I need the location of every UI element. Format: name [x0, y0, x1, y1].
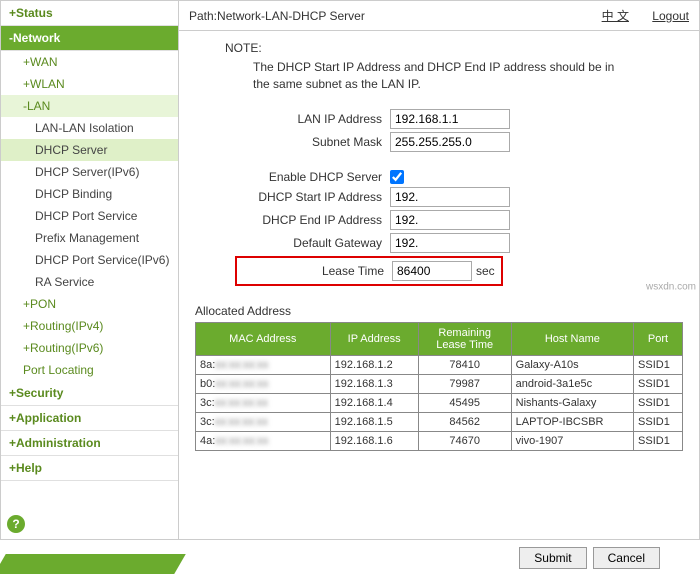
help-icon[interactable]: ?	[7, 515, 25, 533]
table-header: Host Name	[511, 322, 633, 355]
table-cell: 192.168.1.4	[330, 393, 418, 412]
table-cell: Nishants-Galaxy	[511, 393, 633, 412]
subnet-input[interactable]	[390, 132, 510, 152]
dhcp-start-label: DHCP Start IP Address	[195, 190, 390, 204]
table-cell: 192.168.1.2	[330, 355, 418, 374]
allocated-address-table: MAC AddressIP AddressRemaining Lease Tim…	[195, 322, 683, 451]
nav-lan[interactable]: -LAN	[1, 95, 178, 117]
gateway-label: Default Gateway	[195, 236, 390, 250]
table-cell: SSID1	[634, 412, 683, 431]
table-cell: 3c:xx:xx:xx:xx	[196, 393, 331, 412]
nav-status[interactable]: +Status	[1, 1, 178, 26]
dhcp-end-input[interactable]	[390, 210, 510, 230]
nav-administration[interactable]: +Administration	[1, 431, 178, 456]
nav-lanlan-isolation[interactable]: LAN-LAN Isolation	[1, 117, 178, 139]
table-row: 8a:xx:xx:xx:xx192.168.1.278410Galaxy-A10…	[196, 355, 683, 374]
nav-wlan[interactable]: +WLAN	[1, 73, 178, 95]
nav-security[interactable]: +Security	[1, 381, 178, 406]
nav-port-locating[interactable]: Port Locating	[1, 359, 178, 381]
table-cell: SSID1	[634, 393, 683, 412]
table-cell: 192.168.1.6	[330, 431, 418, 450]
nav-routing-ipv4-[interactable]: +Routing(IPv4)	[1, 315, 178, 337]
table-header: Remaining Lease Time	[418, 322, 511, 355]
nav-routing-ipv6-[interactable]: +Routing(IPv6)	[1, 337, 178, 359]
table-cell: 192.168.1.5	[330, 412, 418, 431]
nav-dhcp-binding[interactable]: DHCP Binding	[1, 183, 178, 205]
nav-dhcp-server[interactable]: DHCP Server	[1, 139, 178, 161]
table-cell: 192.168.1.3	[330, 374, 418, 393]
gateway-input[interactable]	[390, 233, 510, 253]
dhcp-end-label: DHCP End IP Address	[195, 213, 390, 227]
watermark: wsxdn.com	[646, 282, 696, 293]
table-cell: 8a:xx:xx:xx:xx	[196, 355, 331, 374]
nav-help[interactable]: +Help	[1, 456, 178, 481]
lan-ip-label: LAN IP Address	[195, 112, 390, 126]
enable-dhcp-label: Enable DHCP Server	[195, 170, 390, 184]
path-value: Network-LAN-DHCP Server	[217, 9, 365, 23]
allocated-address-section: Allocated Address MAC AddressIP AddressR…	[195, 304, 683, 451]
table-row: b0:xx:xx:xx:xx192.168.1.379987android-3a…	[196, 374, 683, 393]
table-row: 3c:xx:xx:xx:xx192.168.1.584562LAPTOP-IBC…	[196, 412, 683, 431]
table-cell: android-3a1e5c	[511, 374, 633, 393]
sidebar: +Status-Network+WAN+WLAN-LANLAN-LAN Isol…	[1, 1, 179, 539]
dhcp-start-input[interactable]	[390, 187, 510, 207]
nav-application[interactable]: +Application	[1, 406, 178, 431]
table-row: 4a:xx:xx:xx:xx192.168.1.674670vivo-1907S…	[196, 431, 683, 450]
main-panel: Path:Network-LAN-DHCP Server 中 文 Logout …	[179, 1, 699, 539]
nav-dhcp-server-ipv6-[interactable]: DHCP Server(IPv6)	[1, 161, 178, 183]
table-header: Port	[634, 322, 683, 355]
breadcrumb-bar: Path:Network-LAN-DHCP Server 中 文 Logout	[179, 1, 699, 31]
cancel-button[interactable]: Cancel	[593, 547, 660, 569]
path-prefix: Path:	[189, 9, 217, 23]
lan-ip-input[interactable]	[390, 109, 510, 129]
nav-wan[interactable]: +WAN	[1, 51, 178, 73]
language-link[interactable]: 中 文	[602, 9, 629, 23]
table-cell: Galaxy-A10s	[511, 355, 633, 374]
lease-time-unit: sec	[476, 264, 495, 278]
table-cell: 78410	[418, 355, 511, 374]
logout-link[interactable]: Logout	[652, 9, 689, 23]
table-cell: SSID1	[634, 355, 683, 374]
table-cell: 84562	[418, 412, 511, 431]
table-cell: b0:xx:xx:xx:xx	[196, 374, 331, 393]
nav-network[interactable]: -Network	[1, 26, 178, 51]
nav-dhcp-port-service-ipv6-[interactable]: DHCP Port Service(IPv6)	[1, 249, 178, 271]
nav-ra-service[interactable]: RA Service	[1, 271, 178, 293]
table-cell: 79987	[418, 374, 511, 393]
subnet-label: Subnet Mask	[195, 135, 390, 149]
nav-prefix-management[interactable]: Prefix Management	[1, 227, 178, 249]
content-area: NOTE: The DHCP Start IP Address and DHCP…	[179, 31, 699, 539]
table-cell: 3c:xx:xx:xx:xx	[196, 412, 331, 431]
enable-dhcp-checkbox[interactable]	[390, 170, 404, 184]
note-text: The DHCP Start IP Address and DHCP End I…	[253, 59, 633, 93]
note-block: NOTE: The DHCP Start IP Address and DHCP…	[225, 41, 683, 93]
allocated-address-title: Allocated Address	[195, 304, 683, 318]
table-cell: LAPTOP-IBCSBR	[511, 412, 633, 431]
table-cell: 4a:xx:xx:xx:xx	[196, 431, 331, 450]
note-label: NOTE:	[225, 41, 683, 55]
lease-time-input[interactable]	[392, 261, 472, 281]
table-cell: 45495	[418, 393, 511, 412]
lease-time-label: Lease Time	[243, 264, 392, 278]
table-header: IP Address	[330, 322, 418, 355]
footer: Submit Cancel	[0, 542, 700, 574]
table-cell: SSID1	[634, 431, 683, 450]
table-cell: vivo-1907	[511, 431, 633, 450]
table-row: 3c:xx:xx:xx:xx192.168.1.445495Nishants-G…	[196, 393, 683, 412]
nav-dhcp-port-service[interactable]: DHCP Port Service	[1, 205, 178, 227]
table-cell: SSID1	[634, 374, 683, 393]
submit-button[interactable]: Submit	[519, 547, 586, 569]
lease-time-row: Lease Time sec	[235, 256, 503, 286]
nav-pon[interactable]: +PON	[1, 293, 178, 315]
table-header: MAC Address	[196, 322, 331, 355]
table-cell: 74670	[418, 431, 511, 450]
